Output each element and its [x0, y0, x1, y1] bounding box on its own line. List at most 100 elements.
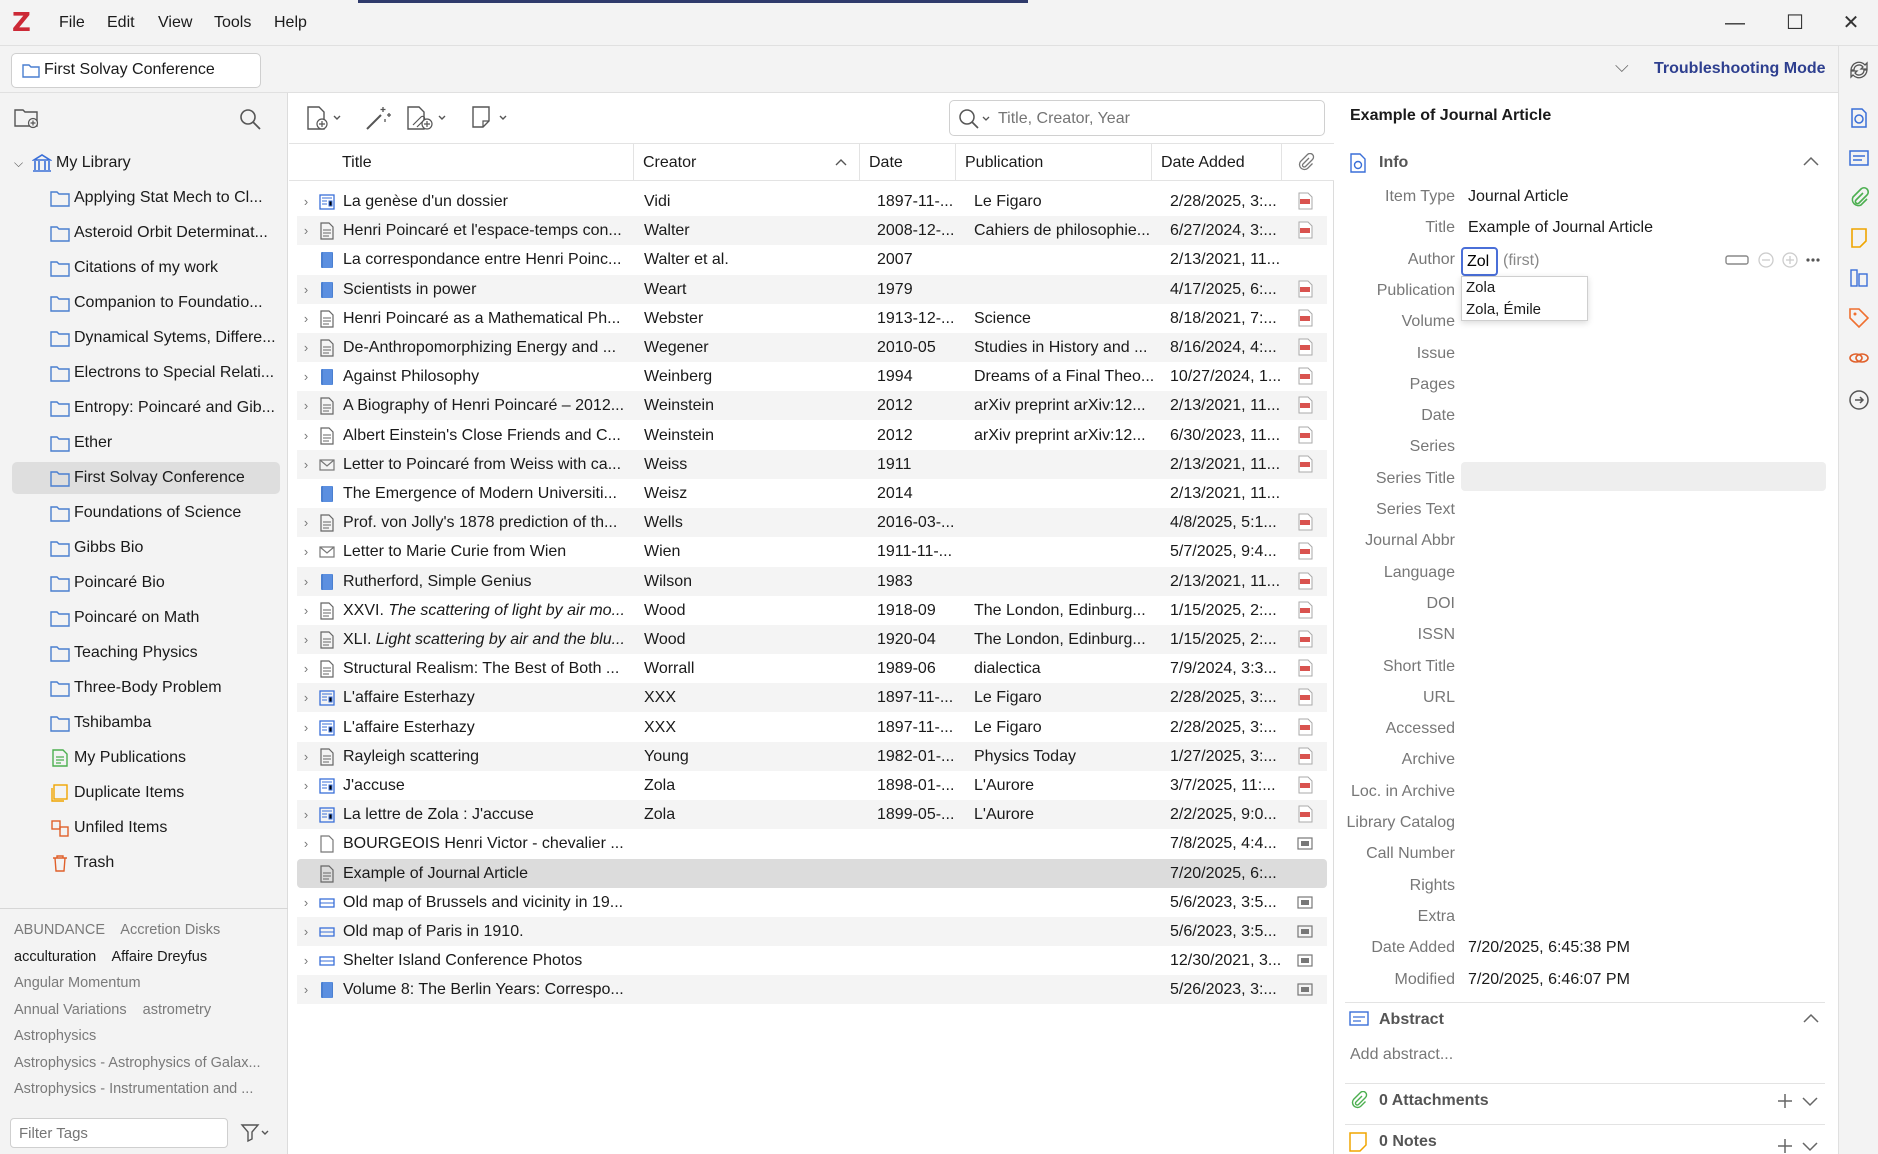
tab-library[interactable]: First Solvay Conference	[11, 53, 261, 88]
collection-item[interactable]: Foundations of Science	[12, 497, 280, 529]
more-options-icon[interactable]	[1806, 258, 1820, 262]
switch-field-mode-icon[interactable]	[1725, 255, 1749, 265]
field-value[interactable]: 7/20/2025, 6:45:38 PM	[1468, 939, 1630, 957]
tag-filter-input[interactable]	[10, 1118, 228, 1148]
chevron-right-icon[interactable]: ›	[299, 362, 313, 391]
chevron-right-icon[interactable]: ›	[299, 625, 313, 654]
collection-item[interactable]: Ether	[12, 427, 280, 459]
item-row[interactable]: › Rutherford, Simple Genius Wilson 1983 2/13…	[297, 566, 1327, 596]
collection-item[interactable]: Electrons to Special Relati...	[12, 357, 280, 389]
item-row[interactable]: › Scientists in power Weart 1979 4/17/2025, …	[297, 274, 1327, 304]
my-library-row[interactable]: ⌵ My Library	[12, 147, 280, 179]
column-date[interactable]: Date	[860, 144, 956, 181]
chevron-right-icon[interactable]: ›	[299, 654, 313, 683]
chevron-right-icon[interactable]: ›	[299, 771, 313, 800]
item-row[interactable]: Example of Journal Article 7/20/2025, 6:.…	[297, 858, 1327, 888]
chevron-right-icon[interactable]: ›	[299, 508, 313, 537]
menu-tools[interactable]: Tools	[214, 14, 251, 32]
tag-icon[interactable]	[1847, 306, 1871, 330]
menu-help[interactable]: Help	[274, 14, 307, 32]
note-icon[interactable]	[1847, 226, 1871, 250]
abstract-section-icon[interactable]	[1847, 146, 1871, 170]
item-row[interactable]: › L'affaire Esterhazy XXX 1897-11-... Le Fig…	[297, 683, 1327, 713]
column-publication[interactable]: Publication	[956, 144, 1152, 181]
search-mode-icon[interactable]	[958, 108, 994, 130]
item-row[interactable]: › La genèse d'un dossier Vidi 1897-11-... Le…	[297, 187, 1327, 216]
field-value[interactable]: 7/20/2025, 6:46:07 PM	[1468, 971, 1630, 989]
chevron-right-icon[interactable]: ›	[299, 421, 313, 450]
search-input[interactable]	[998, 107, 1318, 131]
item-row[interactable]: The Emergence of Modern Universiti... Wei…	[297, 479, 1327, 508]
series-title-field[interactable]	[1461, 462, 1826, 491]
item-row[interactable]: › Albert Einstein's Close Friends and C..…	[297, 421, 1327, 450]
item-row[interactable]: › Old map of Brussels and vicinity in 19.…	[297, 888, 1327, 917]
minimize-button[interactable]: —	[1720, 10, 1750, 36]
collection-item[interactable]: Applying Stat Mech to Cl...	[12, 182, 280, 214]
item-row[interactable]: › XLI. Light scattering by air and the bl…	[297, 625, 1327, 654]
related-icon[interactable]	[1847, 346, 1871, 370]
collection-item[interactable]: Dynamical Sytems, Differe...	[12, 322, 280, 354]
search-icon[interactable]	[238, 107, 262, 131]
libraries-collections-icon[interactable]	[1847, 266, 1871, 290]
author-first-name-placeholder[interactable]: (first)	[1503, 252, 1539, 270]
attachments-section-header[interactable]: 0 Attachments	[1345, 1086, 1825, 1116]
chevron-right-icon[interactable]: ›	[299, 742, 313, 771]
chevron-right-icon[interactable]: ›	[299, 216, 313, 245]
chevron-right-icon[interactable]: ›	[299, 450, 313, 479]
paperclip-icon[interactable]	[1847, 186, 1871, 210]
chevron-right-icon[interactable]: ›	[299, 567, 313, 596]
item-row[interactable]: › L'affaire Esterhazy XXX 1897-11-... Le Fig…	[297, 713, 1327, 742]
collection-item[interactable]: Tshibamba	[12, 707, 280, 739]
chevron-right-icon[interactable]: ›	[299, 275, 313, 304]
item-row[interactable]: › Structural Realism: The Best of Both ..…	[297, 654, 1327, 683]
chevron-down-icon[interactable]	[1802, 1097, 1818, 1107]
item-row[interactable]: › Letter to Marie Curie from Wien Wien 1911…	[297, 537, 1327, 566]
tag-item[interactable]: Astrophysics - Instrumentation and ...	[14, 1081, 253, 1097]
item-row[interactable]: › A Biography of Henri Poincaré – 2012...…	[297, 391, 1327, 421]
collection-item[interactable]: Unfiled Items	[12, 812, 280, 844]
collection-item[interactable]: Gibbs Bio	[12, 532, 280, 564]
chevron-down-icon[interactable]: ⌵	[14, 147, 23, 179]
chevron-right-icon[interactable]: ›	[299, 946, 313, 975]
new-item-icon[interactable]	[305, 105, 345, 131]
tag-item[interactable]: Astrophysics - Astrophysics of Galax...	[14, 1055, 261, 1071]
chevron-right-icon[interactable]: ›	[299, 391, 313, 420]
new-note-icon[interactable]	[470, 105, 514, 131]
column-title[interactable]: Title	[289, 144, 634, 181]
notes-section-header[interactable]: 0 Notes	[1345, 1127, 1825, 1154]
add-creator-icon[interactable]	[1782, 252, 1798, 268]
tag-pane-divider[interactable]	[0, 908, 288, 909]
autocomplete-option[interactable]: Zola	[1462, 277, 1587, 299]
item-row[interactable]: › Old map of Paris in 1910. 5/6/2023, 3:5.…	[297, 917, 1327, 946]
author-last-name-input[interactable]	[1461, 247, 1498, 276]
new-collection-icon[interactable]	[14, 107, 40, 129]
remove-creator-icon[interactable]	[1758, 252, 1774, 268]
column-attachments[interactable]	[1282, 144, 1334, 181]
item-row[interactable]: › Shelter Island Conference Photos 12/30/2…	[297, 946, 1327, 975]
tag-item[interactable]: ABUNDANCE	[14, 922, 105, 938]
chevron-down-icon[interactable]: ⌵	[1615, 56, 1629, 77]
item-row[interactable]: › Henri Poincaré et l'espace-temps con...…	[297, 216, 1327, 246]
troubleshooting-mode-link[interactable]: Troubleshooting Mode	[1654, 60, 1826, 78]
item-row[interactable]: › Against Philosophy Weinberg 1994 Dreams of…	[297, 362, 1327, 391]
collection-item[interactable]: Poincaré on Math	[12, 602, 280, 634]
menu-edit[interactable]: Edit	[107, 14, 135, 32]
menu-file[interactable]: File	[59, 14, 85, 32]
tag-item[interactable]: Annual Variations	[14, 1002, 127, 1018]
tag-item[interactable]: Accretion Disks	[120, 922, 220, 938]
item-row[interactable]: › Rayleigh scattering Young 1982-01-... Phys…	[297, 741, 1327, 771]
chevron-down-icon[interactable]	[1802, 1142, 1818, 1152]
collection-item[interactable]: My Publications	[12, 742, 280, 774]
locate-icon[interactable]	[1847, 388, 1871, 412]
item-row[interactable]: › Volume 8: The Berlin Years: Correspo...…	[297, 975, 1327, 1005]
tag-item[interactable]: Angular Momentum	[14, 975, 141, 991]
collection-item[interactable]: Companion to Foundatio...	[12, 287, 280, 319]
item-row[interactable]: › Prof. von Jolly's 1878 prediction of th…	[297, 508, 1327, 538]
chevron-right-icon[interactable]: ›	[299, 888, 313, 917]
collection-item[interactable]: Trash	[12, 847, 280, 879]
item-row[interactable]: › De-Anthropomorphizing Energy and ... Weg…	[297, 333, 1327, 362]
menu-view[interactable]: View	[158, 14, 192, 32]
item-row[interactable]: › BOURGEOIS Henri Victor - chevalier ... 7…	[297, 829, 1327, 858]
column-creator[interactable]: Creator	[634, 144, 860, 181]
chevron-right-icon[interactable]: ›	[299, 333, 313, 362]
